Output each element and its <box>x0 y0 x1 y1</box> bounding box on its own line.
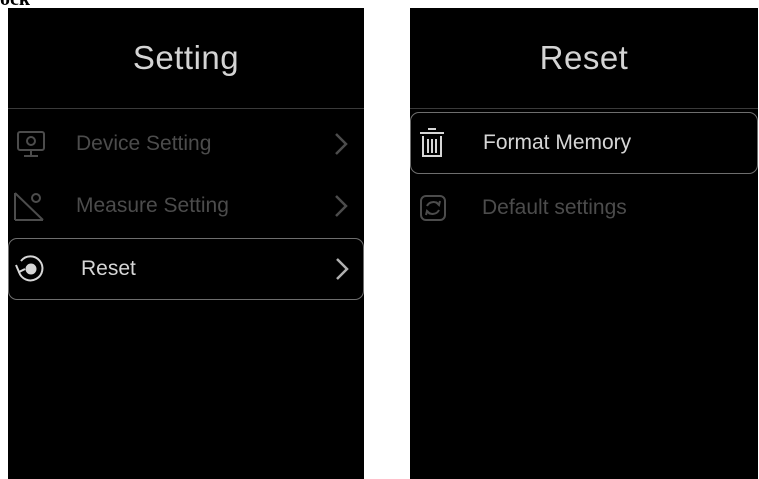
screen-title: Reset <box>539 39 629 76</box>
title-divider <box>410 108 758 109</box>
menu-item-measure-setting[interactable]: Measure Setting <box>8 176 364 236</box>
chevron-right-icon <box>335 195 348 217</box>
settings-screen: Setting Device Setting Measure Setting R… <box>8 8 364 479</box>
menu-item-label: Measure Setting <box>76 194 229 217</box>
menu-item-reset[interactable]: Reset <box>8 238 364 300</box>
menu-item-format-memory[interactable]: Format Memory <box>410 112 758 174</box>
chevron-right-icon <box>335 133 348 155</box>
refresh-icon <box>416 191 450 225</box>
title-divider <box>8 108 364 109</box>
menu-item-label: Reset <box>81 257 136 280</box>
menu-item-device-setting[interactable]: Device Setting <box>8 114 364 174</box>
monitor-icon <box>14 127 48 161</box>
reset-icon <box>13 252 47 286</box>
menu-item-label: Device Setting <box>76 132 212 155</box>
reset-screen: Reset Format Memory Default settings <box>410 8 758 479</box>
menu-item-label: Format Memory <box>483 131 632 154</box>
menu-item-default-settings[interactable]: Default settings <box>410 178 758 238</box>
menu-item-label: Default settings <box>482 196 627 219</box>
trash-icon <box>415 126 449 160</box>
screen-title: Setting <box>132 39 240 76</box>
chevron-right-icon <box>336 258 349 280</box>
protractor-icon <box>12 189 46 223</box>
